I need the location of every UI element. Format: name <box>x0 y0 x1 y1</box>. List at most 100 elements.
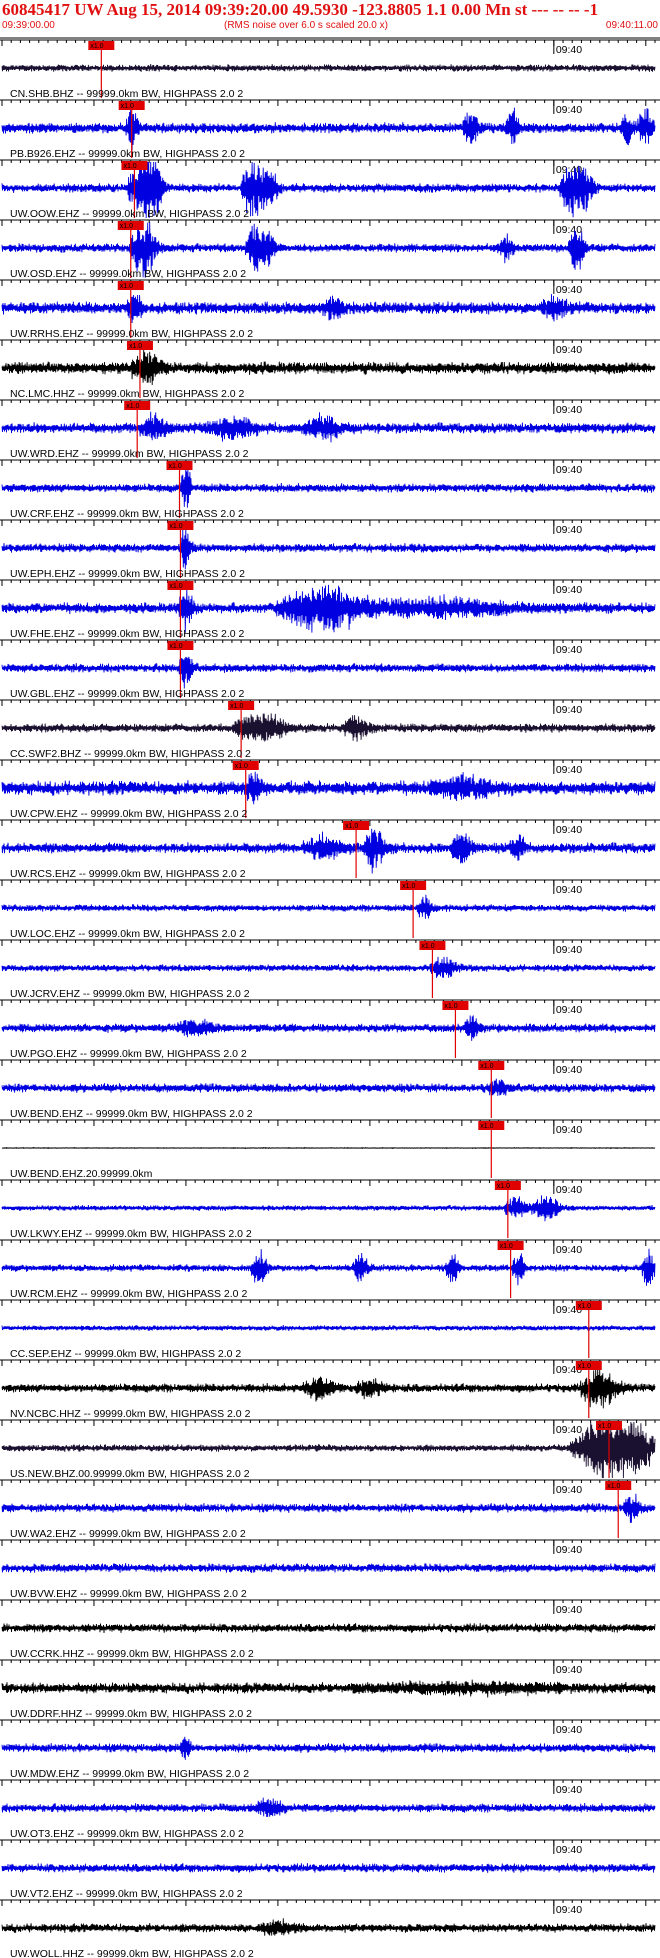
seismogram-plot: 09:40 x1.0 CN.SHB.BHZ -- 99999.0km BW, HIG… <box>0 37 660 1958</box>
waveform <box>1 894 656 919</box>
waveform <box>1 1918 656 1936</box>
pick-label: x1.0 <box>169 463 182 470</box>
waveform <box>1 1679 656 1698</box>
tick-label-0940: 09:40 <box>556 524 582 536</box>
trace-14: 09:40 x1.0 UW.LOC.EHZ -- 99999.0km BW, HIG… <box>0 879 660 940</box>
station-label: UW.JCRV.EHZ -- 99999.0km BW, HIGHPASS 2.… <box>10 988 250 1000</box>
waveform <box>1 1493 656 1524</box>
trace-2: 09:40x1.0UW.OOW.EHZ -- 99999.0km BW, HIG… <box>0 159 660 220</box>
tick-label-0940: 09:40 <box>556 1784 582 1796</box>
tick-label-0940: 09:40 <box>556 284 582 296</box>
pick-label: x1.0 <box>598 1423 611 1430</box>
trace-9: 09:40 x1.0 UW.FHE.EHZ -- 99999.0km BW, HIG… <box>0 579 660 640</box>
pick-label: x1.0 <box>230 703 243 710</box>
station-label: NC.LMC.HHZ -- 99999.0km BW, HIGHPASS 2.0… <box>10 388 245 400</box>
station-label: UW.MDW.EHZ -- 99999.0km BW, HIGHPASS 2.0… <box>10 1768 249 1780</box>
tick-label-0940: 09:40 <box>556 224 582 236</box>
station-label: UW.RCM.EHZ -- 99999.0km BW, HIGHPASS 2.0… <box>10 1288 247 1300</box>
station-label: UW.DDRF.HHZ -- 99999.0km BW, HIGHPASS 2.… <box>10 1708 252 1720</box>
station-label: CC.SWF2.BHZ -- 99999.0km BW, HIGHPASS 2.… <box>10 748 251 760</box>
waveform <box>1 713 656 742</box>
station-label: UW.BVW.EHZ -- 99999.0km BW, HIGHPASS 2.0… <box>10 1588 247 1600</box>
trace-23: 09:40 x1.0 US.NEW.BHZ.00.99999.0km BW, HIG… <box>0 1419 660 1480</box>
trace-6: 09:40 x1.0 UW.WRD.EHZ -- 99999.0km BW, HIG… <box>0 399 660 460</box>
trace-15: 09:40 x1.0 UW.JCRV.EHZ -- 99999.0km BW, HI… <box>0 939 660 1000</box>
tick-label-0940: 09:40 <box>556 1904 582 1916</box>
pick-label: x1.0 <box>169 523 182 530</box>
trace-4: 09:40 x1.0 UW.RRHS.EHZ -- 99999.0km BW, HI… <box>0 279 660 340</box>
pick-label: x1.0 <box>402 883 415 890</box>
station-label: UW.OT3.EHZ -- 99999.0km BW, HIGHPASS 2.0… <box>10 1828 244 1840</box>
trace-22: 09:40x1.0NV.NCBC.HHZ -- 99999.0km BW, HI… <box>0 1359 660 1420</box>
trace-31: 09:40 UW.WOLL.HHZ -- 99999.0km BW, HIGHPA… <box>0 1899 660 1958</box>
station-label: UW.CPW.EHZ -- 99999.0km BW, HIGHPASS 2.0… <box>10 808 247 820</box>
pick-label: x1.0 <box>607 1483 620 1490</box>
trace-27: 09:40 UW.DDRF.HHZ -- 99999.0km BW, HIGHPA… <box>0 1659 660 1720</box>
waveform <box>1 1863 656 1873</box>
waveform <box>1 1623 656 1634</box>
pick-label: x1.0 <box>120 223 133 230</box>
tick-label-0940: 09:40 <box>556 1484 582 1496</box>
trace-18: 09:40 x1.0 UW.BEND.EHZ.20.99999.0km <box>0 1119 660 1180</box>
waveform <box>1 1325 656 1332</box>
station-label: UW.WOLL.HHZ -- 99999.0km BW, HIGHPASS 2.… <box>10 1948 254 1958</box>
station-label: UW.EPH.EHZ -- 99999.0km BW, HIGHPASS 2.0… <box>10 568 245 580</box>
station-label: CC.SEP.EHZ -- 99999.0km BW, HIGHPASS 2.0… <box>10 1348 241 1360</box>
trace-29: 09:40 UW.OT3.EHZ -- 99999.0km BW, HIGHPAS… <box>0 1779 660 1840</box>
waveform <box>1 771 656 805</box>
station-label: UW.GBL.EHZ -- 99999.0km BW, HIGHPASS 2.0… <box>10 688 245 700</box>
tick-label-0940: 09:40 <box>556 464 582 476</box>
tick-label-0940: 09:40 <box>556 1724 582 1736</box>
tick-label-0940: 09:40 <box>556 404 582 416</box>
pick-label: x1.0 <box>90 43 103 50</box>
trace-11: 09:40 x1.0 CC.SWF2.BHZ -- 99999.0km BW, HI… <box>0 699 660 760</box>
pick-label: x1.0 <box>129 343 142 350</box>
trace-5: 09:40 x1.0 NC.LMC.HHZ -- 99999.0km BW, HIG… <box>0 339 660 400</box>
station-label: UW.OSD.EHZ -- 99999.0km BW, HIGHPASS 2.0… <box>10 268 246 280</box>
station-label: UW.VT2.EHZ -- 99999.0km BW, HIGHPASS 2.0… <box>10 1888 243 1900</box>
tick-label-0940: 09:40 <box>556 944 582 956</box>
trace-26: 09:40 UW.CCRK.HHZ -- 99999.0km BW, HIGHPA… <box>0 1599 660 1660</box>
pick-label: x1.0 <box>169 643 182 650</box>
trace-3: 09:40 x1.0 UW.OSD.EHZ -- 99999.0km BW, HIG… <box>0 219 660 280</box>
waveform <box>1 1195 656 1222</box>
pick-label: x1.0 <box>121 103 134 110</box>
trace-8: 09:40 x1.0 UW.EPH.EHZ -- 99999.0km BW, HIG… <box>0 519 660 580</box>
trace-20: 09:40 x1.0 UW.RCM.EHZ -- 99999.0km BW, HIG… <box>0 1239 660 1300</box>
trace-16: 09:40 x1.0 UW.PGO.EHZ -- 99999.0km BW, HIG… <box>0 999 660 1060</box>
trace-19: 09:40 x1.0 UW.LKWY.EHZ -- 99999.0km BW, HI… <box>0 1179 660 1240</box>
trace-13: 09:40 x1.0 UW.RCS.EHZ -- 99999.0km BW, HIG… <box>0 819 660 880</box>
waveform <box>1 1736 656 1760</box>
tick-label-0940: 09:40 <box>556 1124 582 1136</box>
waveform <box>1 656 656 689</box>
pick-label: x1.0 <box>421 943 434 950</box>
tick-label-0940: 09:40 <box>556 104 582 116</box>
pick-label: x1.0 <box>578 1363 591 1370</box>
pick-label: x1.0 <box>500 1243 513 1250</box>
pick-label: x1.0 <box>480 1063 493 1070</box>
trace-17: 09:40 x1.0 UW.BEND.EHZ -- 99999.0km BW, HI… <box>0 1059 660 1120</box>
station-label: UW.WA2.EHZ -- 99999.0km BW, HIGHPASS 2.0… <box>10 1528 246 1540</box>
station-label: UW.BEND.EHZ -- 99999.0km BW, HIGHPASS 2.… <box>10 1108 253 1120</box>
trace-12: 09:40 x1.0 UW.CPW.EHZ -- 99999.0km BW, HIG… <box>0 759 660 820</box>
waveform <box>1 1015 656 1041</box>
station-label: PB.B926.EHZ -- 99999.0km BW, HIGHPASS 2.… <box>10 148 245 160</box>
trace-1: 09:40 x1.0 PB.B926.EHZ -- 99999.0km BW, HI… <box>0 99 660 160</box>
station-label: US.NEW.BHZ.00.99999.0km BW, HIGHPASS 2.0… <box>10 1468 250 1480</box>
tick-label-0940: 09:40 <box>556 1544 582 1556</box>
pick-label: x1.0 <box>578 1303 591 1310</box>
pick-label: x1.0 <box>345 823 358 830</box>
tick-label-0940: 09:40 <box>556 1184 582 1196</box>
trace-7: 09:40 x1.0 UW.CRF.EHZ -- 99999.0km BW, HIG… <box>0 459 660 520</box>
station-label: UW.LKWY.EHZ -- 99999.0km BW, HIGHPASS 2.… <box>10 1228 252 1240</box>
pick-label: x1.0 <box>497 1183 510 1190</box>
station-label: UW.FHE.EHZ -- 99999.0km BW, HIGHPASS 2.0… <box>10 628 245 640</box>
pick-label: x1.0 <box>120 283 133 290</box>
tick-label-0940: 09:40 <box>556 584 582 596</box>
tick-label-0940: 09:40 <box>556 1244 582 1256</box>
pick-label: x1.0 <box>444 1003 457 1010</box>
waveform <box>1 1563 656 1573</box>
station-label: UW.BEND.EHZ.20.99999.0km <box>10 1168 153 1180</box>
waveform <box>1 1797 656 1818</box>
trace-25: 09:40 UW.BVW.EHZ -- 99999.0km BW, HIGHPAS… <box>0 1539 660 1600</box>
